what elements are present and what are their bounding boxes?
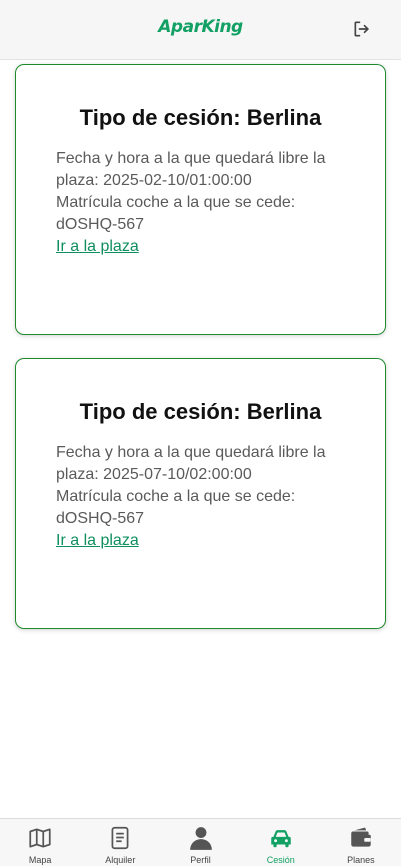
cesion-card: Tipo de cesión: Berlina Fecha y hora a l… <box>15 358 386 629</box>
app-root: AparKing Tipo de cesión: Berlina Fecha y… <box>0 0 401 866</box>
card-title: Tipo de cesión: Berlina <box>79 105 322 130</box>
plate-text: Matrícula coche a la que se cede: dOSHQ-… <box>56 194 296 233</box>
map-icon <box>26 824 54 852</box>
bottom-nav: Mapa Alquiler Perfil Cesión Planes <box>0 818 401 866</box>
cesion-card: Tipo de cesión: Berlina Fecha y hora a l… <box>15 64 386 335</box>
go-to-spot-link[interactable]: Ir a la plaza <box>56 236 139 258</box>
plate-text: Matrícula coche a la que se cede: dOSHQ-… <box>56 488 296 527</box>
nav-label: Perfil <box>190 855 211 865</box>
app-logo: AparKing <box>158 17 243 37</box>
car-icon <box>267 824 295 852</box>
nav-item-alquiler[interactable]: Alquiler <box>80 819 160 866</box>
document-icon <box>106 824 134 852</box>
nav-label: Alquiler <box>105 855 136 865</box>
go-to-spot-link[interactable]: Ir a la plaza <box>56 530 139 552</box>
nav-item-perfil[interactable]: Perfil <box>160 819 240 866</box>
nav-item-planes[interactable]: Planes <box>321 819 401 866</box>
card-title: Tipo de cesión: Berlina <box>79 399 322 424</box>
card-body: Fecha y hora a la que quedará libre la p… <box>56 442 346 552</box>
logout-button[interactable] <box>351 18 373 40</box>
logout-icon <box>354 21 369 37</box>
nav-label: Cesión <box>266 855 295 865</box>
nav-item-cesion[interactable]: Cesión <box>241 819 321 866</box>
top-header: AparKing <box>0 0 401 60</box>
wallet-icon <box>347 824 375 852</box>
card-body: Fecha y hora a la que quedará libre la p… <box>56 148 346 258</box>
nav-label: Planes <box>347 855 375 865</box>
nav-item-mapa[interactable]: Mapa <box>0 819 80 866</box>
free-date-text: Fecha y hora a la que quedará libre la p… <box>56 444 326 483</box>
nav-label: Mapa <box>28 855 52 865</box>
person-icon <box>187 824 215 852</box>
free-date-text: Fecha y hora a la que quedará libre la p… <box>56 150 326 189</box>
